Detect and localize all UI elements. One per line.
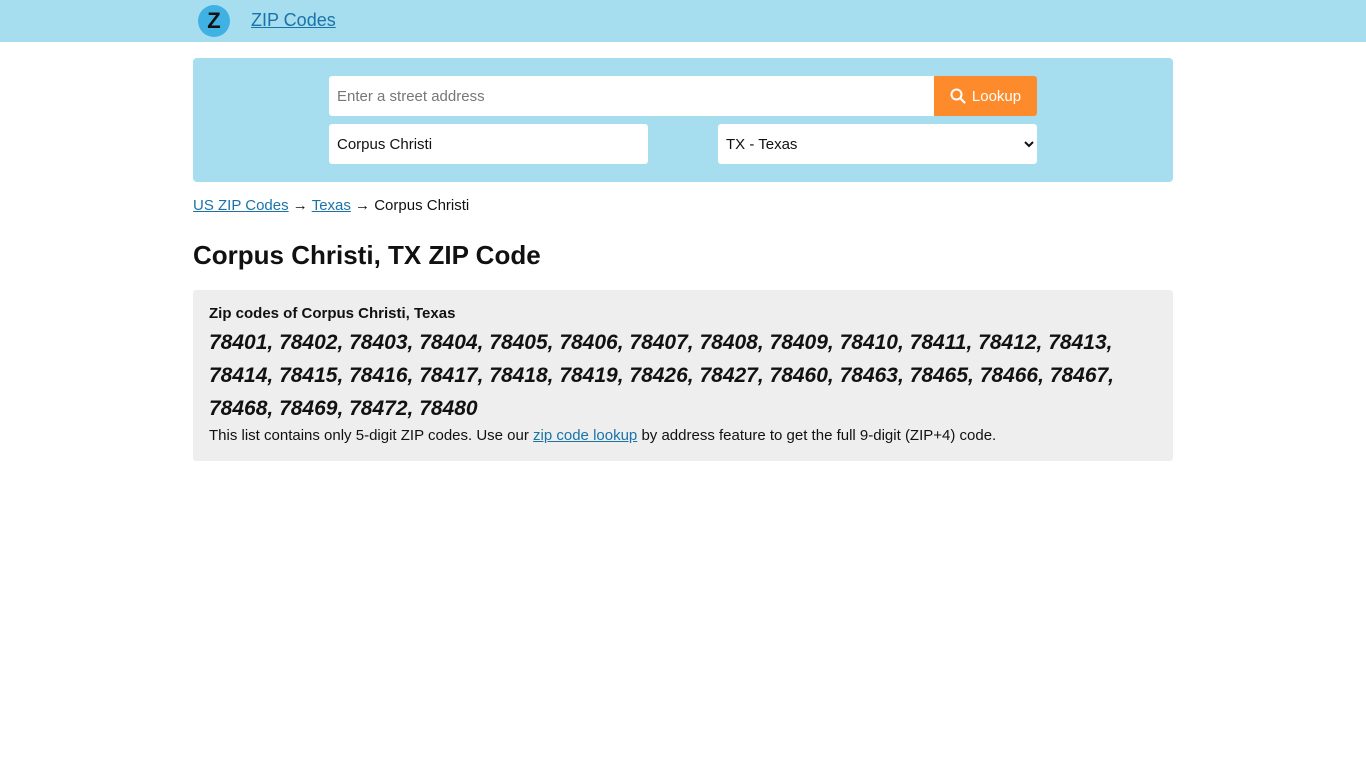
breadcrumb: US ZIP Codes → Texas → Corpus Christi (193, 197, 469, 214)
site-home-link[interactable]: ZIP Codes (251, 10, 336, 31)
search-icon (950, 88, 966, 104)
note-text-after: by address feature to get the full 9-dig… (637, 427, 997, 444)
zip-codes-note: This list contains only 5-digit ZIP code… (209, 427, 1157, 444)
breadcrumb-separator: → (292, 197, 308, 214)
zip-code-lookup-link[interactable]: zip code lookup (533, 427, 637, 444)
street-address-input[interactable] (329, 76, 935, 116)
zip-codes-heading: Zip codes of Corpus Christi, Texas (209, 305, 456, 322)
breadcrumb-separator: → (355, 197, 371, 214)
zip-codes-list: 78401, 78402, 78403, 78404, 78405, 78406… (209, 331, 1115, 420)
lookup-button[interactable]: Lookup (934, 76, 1037, 116)
state-select[interactable]: TX - Texas (718, 124, 1037, 164)
site-logo[interactable]: Z (198, 5, 230, 37)
note-text-before: This list contains only 5-digit ZIP code… (209, 427, 534, 444)
city-input[interactable] (329, 124, 648, 164)
zip-codes-box: Zip codes of Corpus Christi, Texas 78401… (193, 290, 1173, 461)
page-title: Corpus Christi, TX ZIP Code (193, 240, 541, 270)
search-panel: Lookup TX - Texas (193, 58, 1173, 182)
breadcrumb-link-us-zip-codes[interactable]: US ZIP Codes (193, 197, 289, 214)
breadcrumb-current: Corpus Christi (374, 197, 470, 214)
breadcrumb-link-texas[interactable]: Texas (312, 197, 351, 214)
top-header: Z ZIP Codes (0, 0, 1366, 42)
lookup-button-label: Lookup (971, 87, 1022, 105)
